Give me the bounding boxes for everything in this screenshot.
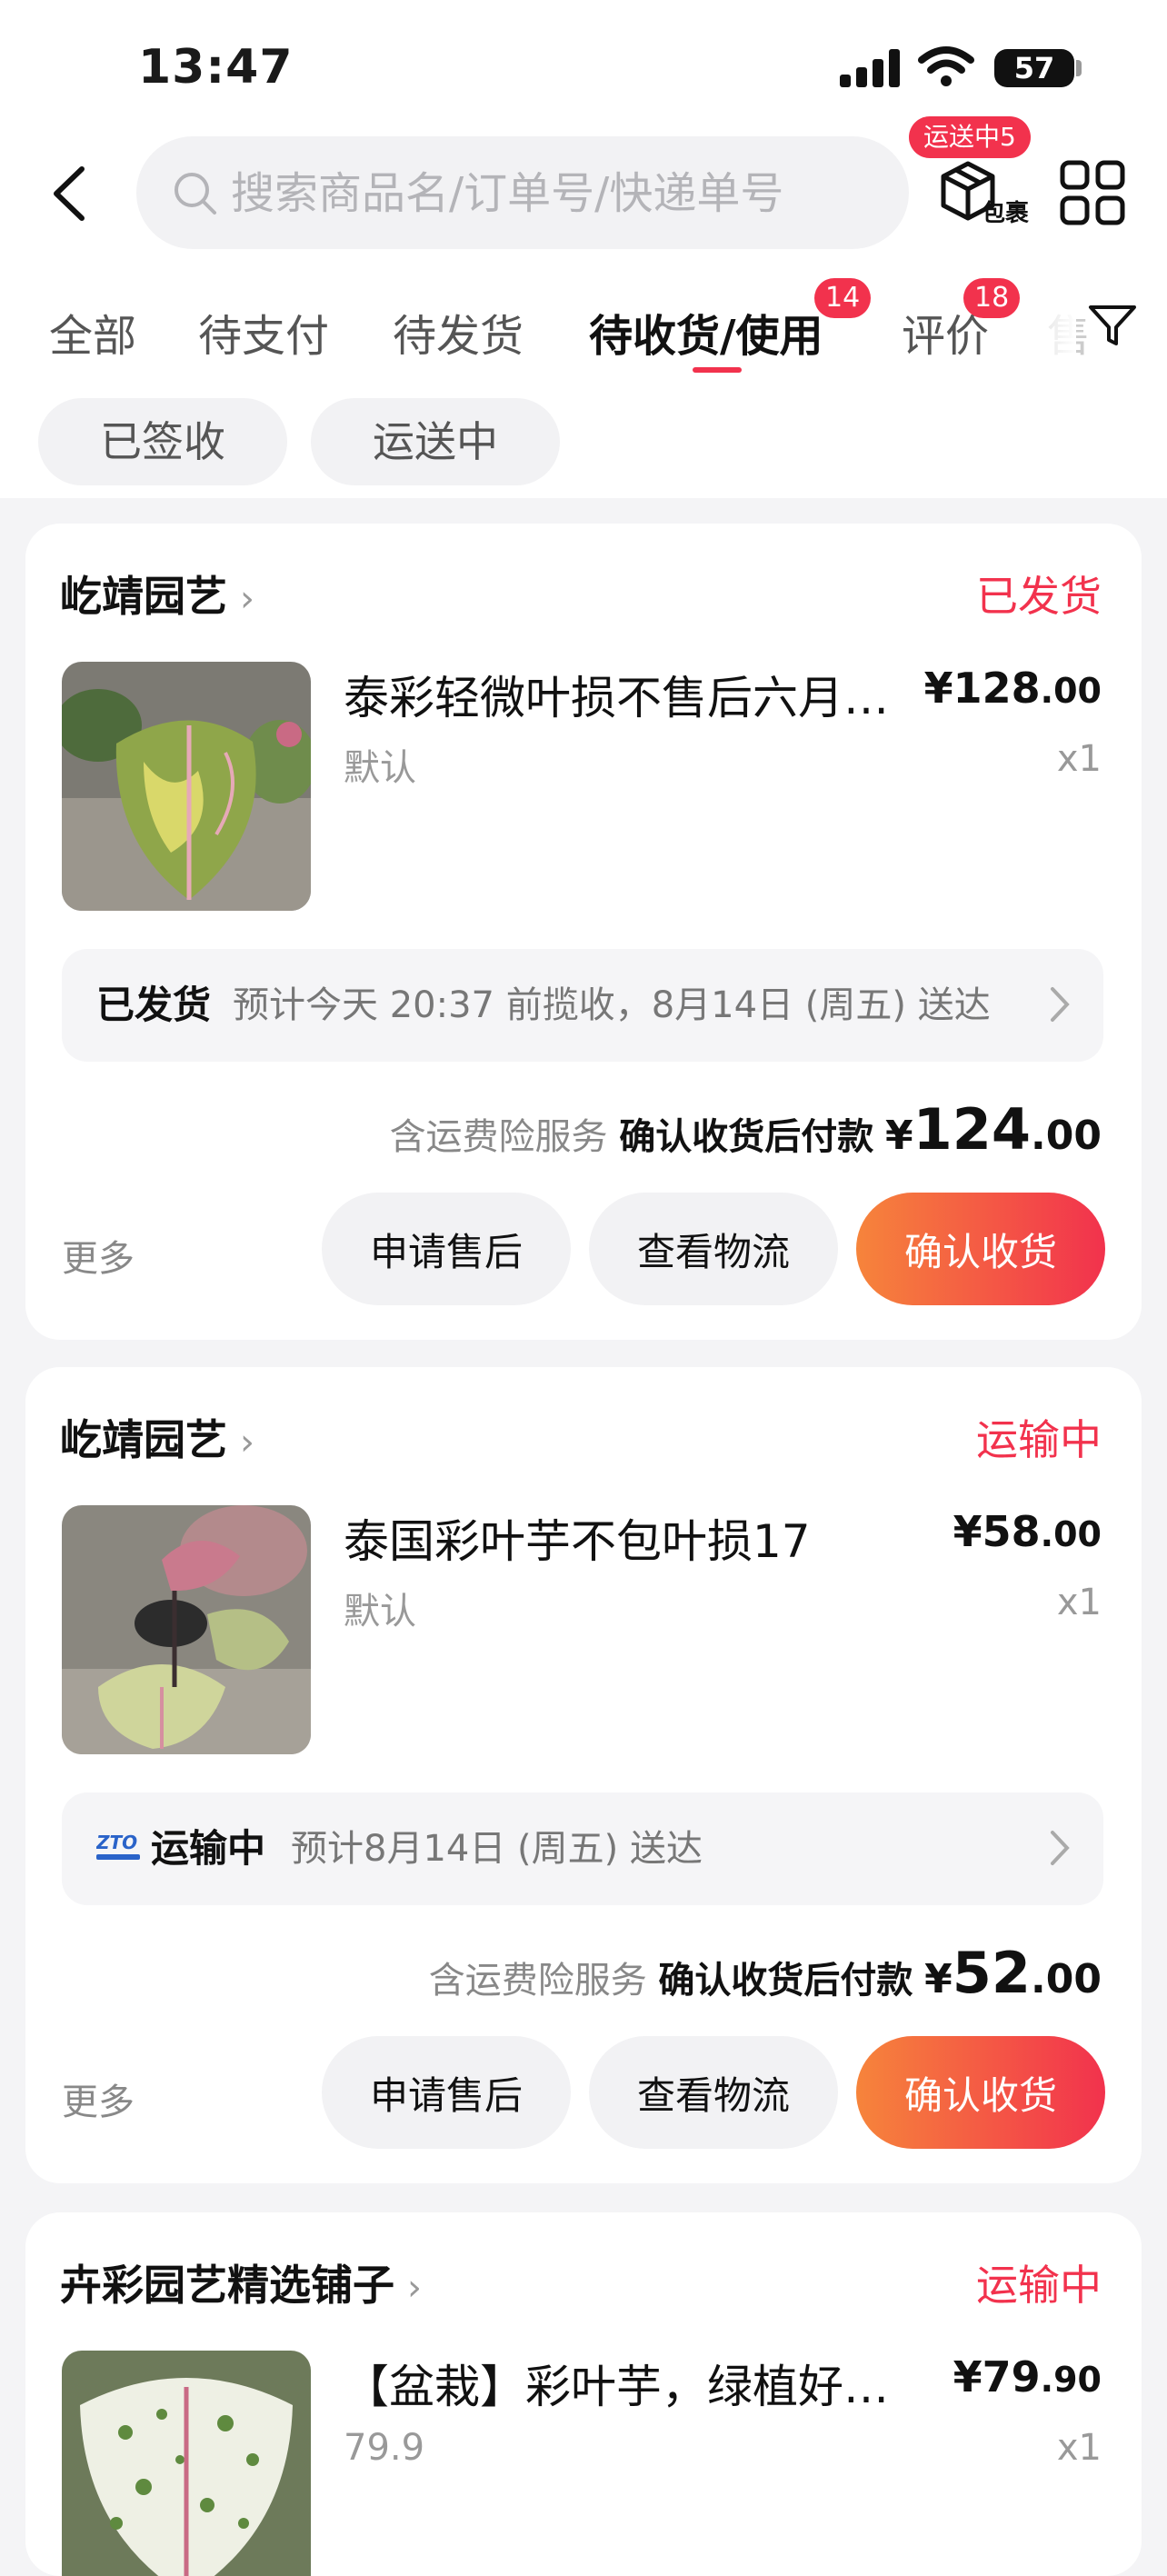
package-button[interactable]: 包裹 <box>936 158 1036 240</box>
battery-tip <box>1076 60 1082 76</box>
product-quantity: x1 <box>1056 738 1102 780</box>
package-badge: 运送中5 <box>909 116 1031 158</box>
chevron-right-icon <box>1051 987 1070 1022</box>
tab-pending-shipment[interactable]: 待发货 <box>393 300 524 364</box>
apply-aftersale-button[interactable]: 申请售后 <box>322 2036 571 2149</box>
shipping-info[interactable]: ZTO 运输中 预计8月14日 (周五) 送达 <box>62 1792 1103 1905</box>
order-card: 屹靖园艺› 已发货 泰彩轻微叶损不售后六月大红叶损 默认 ¥128.00 x1 … <box>25 524 1142 1340</box>
wifi-icon <box>918 46 974 86</box>
product-sku: 79.9 <box>344 2427 425 2469</box>
back-icon[interactable] <box>47 164 93 224</box>
product-price: ¥128.00 <box>923 664 1102 713</box>
product-quantity: x1 <box>1056 2427 1102 2469</box>
product-title[interactable]: 泰国彩叶芋不包叶损17 <box>344 1505 925 1571</box>
payment-summary: 含运费险服务 确认收货后付款 ¥124.00 <box>390 1096 1102 1163</box>
shipping-label: 已发货 <box>96 983 212 1027</box>
order-card: 屹靖园艺 › 运输中 泰国彩叶芋不包叶损17 默认 ¥58.00 x1 ZTO 运… <box>25 1367 1142 2183</box>
chip-in-transit[interactable]: 运送中 <box>311 398 560 485</box>
order-status: 运输中 <box>976 1415 1102 1464</box>
shipping-text: 预计今天 20:37 前揽收，8月14日 (周五) 送达 <box>233 984 991 1026</box>
grid-menu-icon[interactable] <box>1060 160 1125 225</box>
product-image[interactable] <box>62 1505 311 1754</box>
product-sku: 默认 <box>344 747 416 789</box>
battery-icon: 57 <box>994 49 1074 87</box>
view-logistics-button[interactable]: 查看物流 <box>589 2036 838 2149</box>
shipping-text: 预计8月14日 (周五) 送达 <box>291 1828 703 1870</box>
payment-amount: ¥124.00 <box>885 1096 1102 1163</box>
product-price: ¥79.90 <box>953 2352 1102 2401</box>
view-logistics-button[interactable]: 查看物流 <box>589 1193 838 1305</box>
shop-name[interactable]: 卉彩园艺精选铺子 › <box>60 2252 422 2312</box>
search-icon <box>175 173 216 215</box>
product-sku: 默认 <box>344 1591 416 1632</box>
payment-amount: ¥52.00 <box>924 1940 1102 2006</box>
tab-pending-payment[interactable]: 待支付 <box>198 300 329 364</box>
product-image[interactable] <box>62 662 311 911</box>
more-link[interactable]: 更多 <box>62 2072 135 2125</box>
chip-signed[interactable]: 已签收 <box>38 398 287 485</box>
status-time: 13:47 <box>138 40 294 95</box>
tab-pending-receipt[interactable]: 待收货/使用 <box>589 300 823 364</box>
shipping-label: 运输中 <box>151 1826 266 1871</box>
insurance-service: 含运费险服务 <box>428 1960 647 2002</box>
payment-label: 确认收货后付款 <box>619 1116 874 1158</box>
shipping-info[interactable]: 已发货 预计今天 20:37 前揽收，8月14日 (周五) 送达 <box>62 949 1103 1062</box>
order-status: 运输中 <box>976 2261 1102 2310</box>
more-link[interactable]: 更多 <box>62 1229 135 1282</box>
signal-icon <box>840 49 902 87</box>
search-bar[interactable] <box>136 136 909 251</box>
product-image[interactable] <box>62 2351 311 2576</box>
search-input[interactable] <box>229 136 887 251</box>
shop-name[interactable]: 屹靖园艺 › <box>60 1407 254 1467</box>
order-status: 已发货 <box>976 572 1102 621</box>
product-title[interactable]: 泰彩轻微叶损不售后六月大红叶损 <box>344 662 925 727</box>
payment-summary: 含运费险服务 确认收货后付款 ¥52.00 <box>429 1940 1102 2006</box>
tabs-fade <box>1022 293 1076 365</box>
tab-pending-receipt-badge: 14 <box>814 278 872 318</box>
product-quantity: x1 <box>1056 1582 1102 1623</box>
payment-label: 确认收货后付款 <box>658 1960 913 2002</box>
product-price: ¥58.00 <box>953 1507 1102 1556</box>
tab-all[interactable]: 全部 <box>49 300 136 364</box>
tab-review-badge: 18 <box>963 278 1021 318</box>
package-label: 包裹 <box>982 200 1030 227</box>
confirm-receipt-button[interactable]: 确认收货 <box>856 1193 1105 1305</box>
active-tab-indicator <box>693 367 742 373</box>
confirm-receipt-button[interactable]: 确认收货 <box>856 2036 1105 2149</box>
shop-name[interactable]: 屹靖园艺 › <box>60 564 254 624</box>
product-title[interactable]: 【盆栽】彩叶芋，绿植好养活盆栽 <box>344 2351 925 2416</box>
filter-icon[interactable] <box>1087 300 1138 351</box>
chevron-right-icon <box>1051 1831 1070 1865</box>
apply-aftersale-button[interactable]: 申请售后 <box>322 1193 571 1305</box>
zto-logo-icon: ZTO <box>96 1832 140 1860</box>
svg-text:ZTO: ZTO <box>96 1832 137 1853</box>
order-card: 卉彩园艺精选铺子› 运输中 【盆栽】彩叶芋，绿植好养活盆栽 79.9 ¥79.9… <box>25 2212 1142 2576</box>
insurance-service: 含运费险服务 <box>389 1116 608 1158</box>
